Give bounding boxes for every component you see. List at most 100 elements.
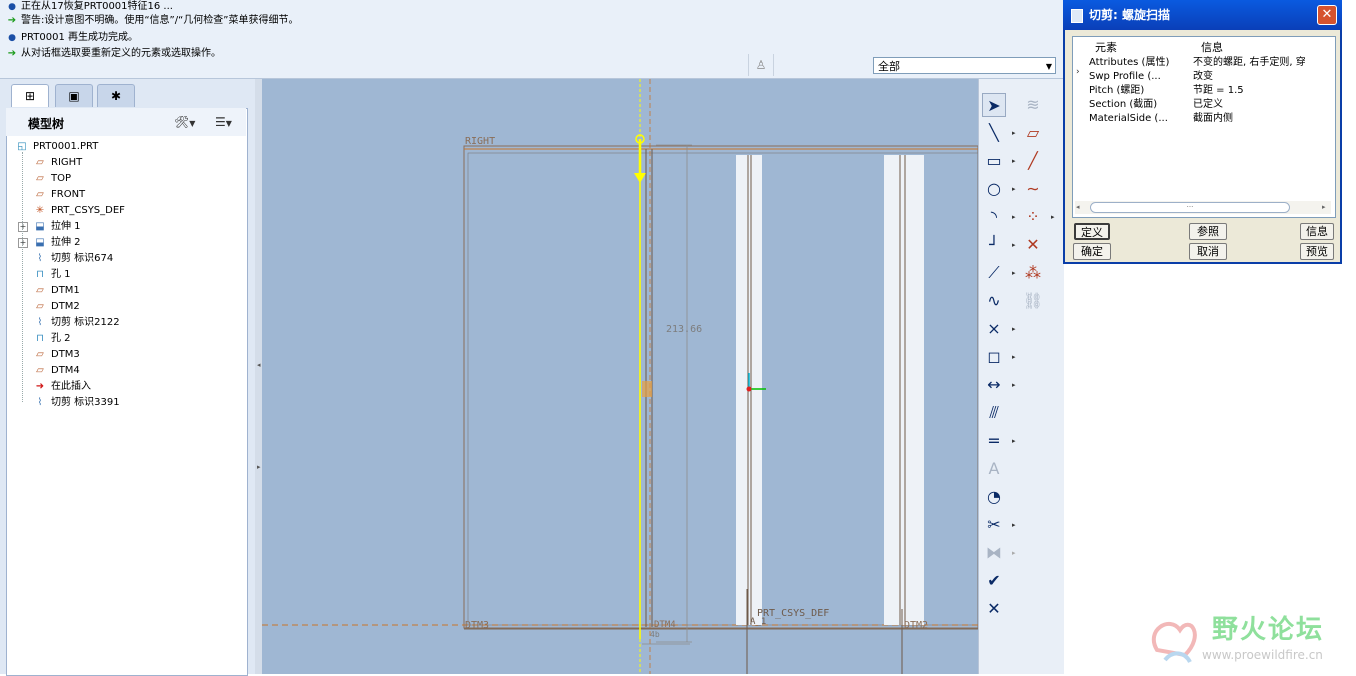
palette-tool-button[interactable]: ◔ (982, 485, 1006, 509)
datum-plane-tool-button[interactable]: ▱ (1021, 121, 1045, 145)
fillet-tool-button[interactable]: ┘ (982, 233, 1006, 257)
element-info[interactable]: 截面内侧 (1193, 112, 1233, 126)
flyout-arrow-icon[interactable]: ▸ (1012, 549, 1016, 557)
element-info[interactable]: 改变 (1193, 70, 1213, 84)
panel-splitter[interactable]: ◂ ▸ (255, 79, 262, 674)
scroll-right-icon[interactable]: ▸ (1322, 203, 1326, 211)
flyout-arrow-icon[interactable]: ▸ (1012, 269, 1016, 277)
tree-item[interactable]: ⌇ 切剪 标识674 (32, 251, 114, 267)
tree-item[interactable]: ⊓ 孔 1 (32, 267, 70, 283)
quit-button[interactable]: ✕ (982, 597, 1006, 621)
csys-tool-button[interactable]: ✕ (1021, 233, 1045, 257)
tree-item-label: 拉伸 1 (51, 221, 81, 232)
tab-favorites[interactable]: ✱ (97, 84, 135, 107)
flyout-arrow-icon[interactable]: ▸ (1012, 521, 1016, 529)
element-info[interactable]: 不变的螺距, 右手定则, 穿 (1193, 56, 1306, 70)
flyout-arrow-icon[interactable]: ▸ (1012, 129, 1016, 137)
tree-item-label: 切剪 标识674 (51, 253, 114, 264)
rectangle-tool-button[interactable]: ▭ (982, 149, 1006, 173)
scrollbar-thumb[interactable]: ··· (1090, 202, 1290, 213)
cancel-button[interactable]: 取消 (1189, 243, 1227, 260)
tree-item[interactable]: ◱ PRT0001.PRT (14, 139, 98, 155)
tree-item[interactable]: ✳ PRT_CSYS_DEF (32, 203, 125, 219)
preview-button[interactable]: 预览 (1300, 243, 1334, 260)
tree-item-label: TOP (51, 173, 72, 184)
element-name[interactable]: Pitch (螺距) (1089, 84, 1144, 98)
mirror-tool-button[interactable]: ⧓ (982, 541, 1006, 565)
tab-model-tree[interactable]: ⊞ (11, 84, 49, 107)
tree-item[interactable]: ⬓ 拉伸 2 (32, 235, 80, 251)
info-button[interactable]: 信息 (1300, 223, 1334, 240)
analysis-feature-button[interactable]: ⁂ (1021, 261, 1045, 285)
element-info[interactable]: 节距 = 1.5 (1193, 84, 1244, 98)
tree-item[interactable]: ⌇ 切剪 标识3391 (32, 395, 120, 411)
text-tool-button[interactable]: A (982, 457, 1006, 481)
trim-tool-button[interactable]: ✂ (982, 513, 1006, 537)
point-icon: ⨯ (987, 319, 1001, 338)
dimension-tool-button[interactable]: ↔ (982, 373, 1006, 397)
done-button[interactable]: ✔ (982, 569, 1006, 593)
message-line: ➔ 从对话框选取要重新定义的元素或选取操作。 (6, 46, 221, 62)
graphics-window[interactable]: RIGHT DTM3 DTM4 DTM2 PRT_CSYS_DEF A_1 21… (262, 79, 978, 674)
spline-tool-button[interactable]: ∿ (982, 289, 1006, 313)
tree-item[interactable]: ▱ DTM1 (32, 283, 80, 299)
select-tool-button[interactable]: ➤ (982, 93, 1006, 117)
modify-tool-button[interactable]: ⫻ (982, 401, 1006, 425)
tree-item[interactable]: ⊓ 孔 2 (32, 331, 70, 347)
element-info[interactable]: 已定义 (1193, 98, 1223, 112)
datum-axis-tool-button[interactable]: ╱ (1021, 149, 1045, 173)
datum-point-tool-button[interactable]: ⁘ (1021, 205, 1045, 229)
tree-item[interactable]: ▱ TOP (32, 171, 71, 187)
references-button[interactable]: 参照 (1189, 223, 1227, 240)
flyout-arrow-icon[interactable]: ▸ (1012, 353, 1016, 361)
flyout-arrow-icon[interactable]: ▸ (1012, 381, 1016, 389)
dimension-value[interactable]: 213.66 (666, 324, 702, 335)
element-name[interactable]: Swp Profile (... (1089, 70, 1161, 84)
datum-curve-tool-button[interactable]: ∼ (1021, 177, 1045, 201)
tree-settings-button[interactable]: 🛠▼ (174, 113, 195, 131)
tree-item[interactable]: ▱ DTM4 (32, 363, 80, 379)
use-edge-tool-button[interactable]: ◻ (982, 345, 1006, 369)
line-tool-button[interactable]: ╲ (982, 121, 1006, 145)
flyout-arrow-icon[interactable]: ▸ (1051, 213, 1055, 221)
tree-item[interactable]: ▱ RIGHT (32, 155, 82, 171)
tree-columns-button[interactable]: ☰▼ (215, 113, 232, 131)
circle-tool-button[interactable]: ○ (982, 177, 1006, 201)
smart-filter-icon[interactable]: ♙ (748, 54, 774, 76)
tree-item[interactable]: ▱ DTM3 (32, 347, 80, 363)
chamfer-tool-button[interactable]: ⟋ (982, 261, 1006, 285)
constraint-tool-button[interactable]: = (982, 429, 1006, 453)
flyout-arrow-icon[interactable]: ▸ (1012, 185, 1016, 193)
tree-item[interactable]: ⌇ 切剪 标识2122 (32, 315, 120, 331)
ok-button[interactable]: 确定 (1073, 243, 1111, 260)
flyout-arrow-icon[interactable]: ▸ (1012, 157, 1016, 165)
element-name[interactable]: Section (截面) (1089, 98, 1157, 112)
point-tool-button[interactable]: ⨯ (982, 317, 1006, 341)
flyout-arrow-icon[interactable]: ▸ (1012, 325, 1016, 333)
dialog-titlebar[interactable]: 切剪: 螺旋扫描 (1063, 0, 1342, 30)
flyout-arrow-icon[interactable]: ▸ (1012, 213, 1016, 221)
expand-icon[interactable]: + (18, 238, 28, 248)
tab-folder-browser[interactable]: ▣ (55, 84, 93, 107)
favorites-icon: ✱ (110, 89, 122, 103)
flyout-arrow-icon[interactable]: ▸ (1012, 241, 1016, 249)
tree-item[interactable]: ⬓ 拉伸 1 (32, 219, 81, 235)
tree-item[interactable]: ➜ 在此插入 (32, 379, 91, 395)
element-name[interactable]: Attributes (属性) (1089, 56, 1169, 70)
datum-plane-icon: ▱ (1026, 123, 1040, 142)
insert-here-icon: ➜ (35, 381, 45, 392)
define-button[interactable]: 定义 (1074, 223, 1110, 240)
tree-item[interactable]: ▱ DTM2 (32, 299, 80, 315)
close-button[interactable]: ✕ (1317, 5, 1337, 25)
tree-item[interactable]: ▱ FRONT (32, 187, 85, 203)
chain-tool-button[interactable]: ⛓ (1021, 289, 1045, 313)
filter-select[interactable]: 全部 ▼ (873, 57, 1056, 74)
analysis-tool-button[interactable]: ≋ (1021, 93, 1045, 117)
element-name[interactable]: MaterialSide (... (1089, 112, 1168, 126)
expand-icon[interactable]: + (18, 222, 28, 232)
tree-item-label: 在此插入 (51, 381, 91, 392)
small-dimension-value[interactable]: 4b (650, 630, 660, 639)
flyout-arrow-icon[interactable]: ▸ (1012, 437, 1016, 445)
arc-tool-button[interactable]: ◝ (982, 205, 1006, 229)
scroll-left-icon[interactable]: ◂ (1076, 203, 1080, 211)
